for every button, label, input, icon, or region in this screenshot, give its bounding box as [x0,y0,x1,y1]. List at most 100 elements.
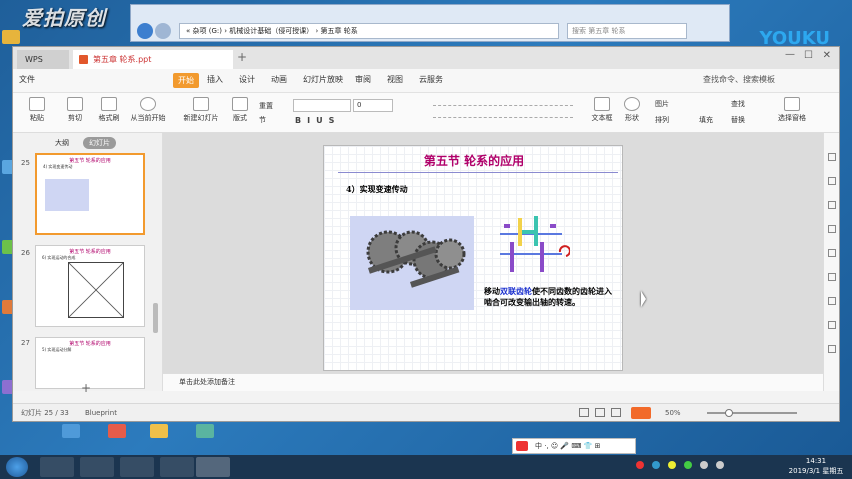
ime-status: 中 ·, ☺ 🎤 ⌨ 👕 ⊞ [535,442,601,450]
new-slide-icon [193,97,209,111]
reset-button[interactable]: 重置 [259,101,273,111]
menu-review[interactable]: 审阅 [355,74,371,85]
font-size-select[interactable]: 0 [353,99,393,112]
start-button[interactable] [6,457,28,477]
textbox-button[interactable]: 文本框 [585,97,619,129]
zoom-slider-thumb[interactable] [725,409,733,417]
menu-animation[interactable]: 动画 [271,74,287,85]
paragraph-align-icon [433,105,573,107]
status-bar: 幻灯片 25 / 33 Blueprint 50% [13,403,839,421]
play-slideshow-button[interactable] [631,407,651,419]
menu-bar: 文件 开始 插入 设计 动画 幻灯片放映 审阅 视图 云服务 查找命令、搜索模板 [13,69,839,93]
menu-design[interactable]: 设计 [239,74,255,85]
notes-area[interactable]: 单击此处添加备注 [163,373,823,391]
side-tool-icon[interactable] [828,177,836,185]
paragraph-buttons[interactable] [433,101,583,127]
taskbar-wps-button[interactable] [196,457,230,477]
taskbar-app-button[interactable] [80,457,114,477]
side-tool-icon[interactable] [828,201,836,209]
window-maximize-icon[interactable]: ☐ [804,50,813,61]
slide-counter: 幻灯片 25 / 33 [21,409,69,417]
arrange-button[interactable]: 排列 [655,115,669,125]
layout-button[interactable]: 版式 [223,97,257,129]
shape-icon [624,97,640,111]
font-style-buttons[interactable]: BIUS [295,116,340,125]
side-tool-icon[interactable] [828,297,836,305]
desktop-app-icon[interactable] [150,424,168,438]
menu-view[interactable]: 视图 [387,74,403,85]
address-bar[interactable]: « 杂项 (G:) › 机械设计基础（侵可授课） › 第五章 轮系 [179,23,559,39]
desktop-app-icon[interactable] [196,424,214,438]
add-slide-plus-icon[interactable]: + [81,381,91,395]
desktop-app-icon[interactable] [62,424,80,438]
menu-insert[interactable]: 插入 [207,74,223,85]
window-minimize-icon[interactable]: — [785,49,795,60]
normal-view-icon[interactable] [579,408,589,417]
search-input[interactable]: 搜索 第五章 轮系 [567,23,687,39]
paste-icon [29,97,45,111]
theme-name: Blueprint [85,409,117,417]
replace-button[interactable]: 替换 [731,115,745,125]
side-tool-icon[interactable] [828,273,836,281]
new-tab-plus-icon[interactable]: + [237,50,247,64]
tab-wps-home[interactable]: WPS [17,50,69,69]
command-search[interactable]: 查找命令、搜索模板 [703,74,775,85]
tray-icons[interactable] [636,461,756,473]
tray-icon[interactable] [684,461,692,469]
current-slide[interactable]: 第五节 轮系的应用 4）实现变速传动 移动双联齿轮使不同齿数的齿轮进入啮合可改变… [323,145,623,371]
volume-icon[interactable] [716,461,724,469]
play-from-current-button[interactable]: 从当前开始 [119,97,177,129]
tray-icon[interactable] [636,461,644,469]
taskbar-app-button[interactable] [120,457,154,477]
sorter-view-icon[interactable] [595,408,605,417]
tray-icon[interactable] [668,461,676,469]
taskbar-app-button[interactable] [40,457,74,477]
back-arrow-icon[interactable] [137,23,153,39]
reading-view-icon[interactable] [611,408,621,417]
pane-scrollbar[interactable] [153,303,158,333]
section-button[interactable]: 节 [259,115,266,125]
side-tool-icon[interactable] [828,249,836,257]
wps-presentation-window: WPS 第五章 轮系.ppt + ✕ ☐ — 文件 开始 插入 设计 动画 幻灯… [12,46,840,422]
tab-outline[interactable]: 大纲 [49,137,75,149]
tab-slides[interactable]: 幻灯片 [83,137,116,149]
notes-placeholder: 单击此处添加备注 [179,378,235,386]
slide-thumbnail-pane: 大纲 幻灯片 25 第五节 轮系的应用 4) 实现变速传动 26 第五节 轮系的… [13,133,163,391]
forward-arrow-icon[interactable] [155,23,171,39]
picture-button[interactable]: 图片 [655,99,669,109]
thumb-title: 第五节 轮系的应用 [69,249,111,255]
thumb-image [45,179,89,211]
side-tool-icon[interactable] [828,225,836,233]
menu-home[interactable]: 开始 [173,73,199,88]
schematic-illustration [500,216,571,272]
fill-button[interactable]: 填充 [699,115,713,125]
thumb-number: 25 [21,159,30,167]
desktop-app-icon[interactable] [2,30,20,44]
system-clock[interactable]: 14:31 2019/3/1 星期五 [786,456,846,476]
ppt-file-icon [79,55,88,64]
font-name-select[interactable] [293,99,351,112]
document-name: 第五章 轮系.ppt [93,55,152,64]
slide-thumbnail[interactable]: 第五节 轮系的应用 4) 实现变速传动 [35,153,145,235]
side-tool-icon[interactable] [828,345,836,353]
find-button[interactable]: 查找 [731,99,745,109]
select-pane-button[interactable]: 选择窗格 [769,97,815,129]
tray-icon[interactable] [652,461,660,469]
side-tool-icon[interactable] [828,153,836,161]
taskbar-app-button[interactable] [160,457,194,477]
tab-document[interactable]: 第五章 轮系.ppt [73,50,233,69]
desktop-app-icon[interactable] [108,424,126,438]
window-close-icon[interactable]: ✕ [823,50,831,61]
tray-icon[interactable] [700,461,708,469]
ime-toolbar[interactable]: 中 ·, ☺ 🎤 ⌨ 👕 ⊞ [512,438,636,454]
menu-slideshow[interactable]: 幻灯片放映 [303,74,343,85]
menu-file[interactable]: 文件 [19,74,35,85]
menu-cloud[interactable]: 云服务 [419,74,443,85]
slide-thumbnail[interactable]: 第五节 轮系的应用 6) 实现运动的合成 [35,245,145,327]
zoom-slider[interactable] [707,412,797,414]
shape-button[interactable]: 形状 [615,97,649,129]
title-divider [338,172,618,173]
new-slide-button[interactable]: 新建幻灯片 [173,97,229,129]
side-tool-icon[interactable] [828,321,836,329]
sogou-logo-icon [516,441,528,451]
